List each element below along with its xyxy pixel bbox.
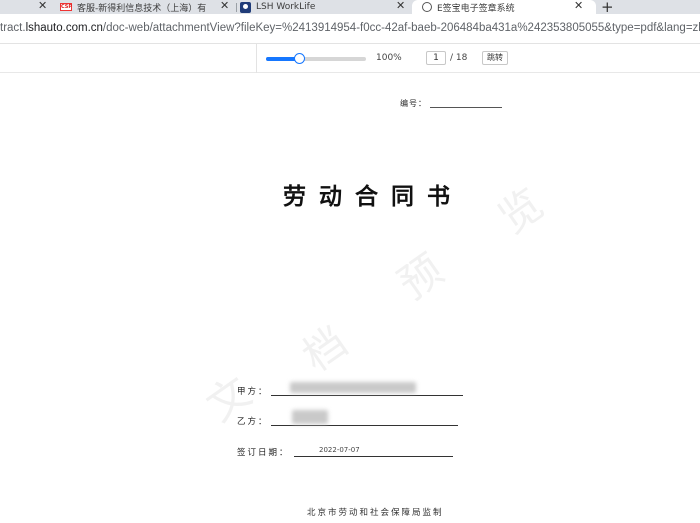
close-icon[interactable]: ✕: [38, 0, 47, 11]
zoom-level: 100%: [376, 53, 402, 63]
sign-date-label: 签订日期：: [237, 448, 290, 458]
tab-previous[interactable]: ✕: [0, 0, 52, 14]
tab-label: E签宝电子签章系统: [437, 3, 515, 14]
lsh-favicon-icon: [240, 1, 251, 13]
sign-date-value: 2022-07-07: [319, 446, 360, 454]
url-text[interactable]: tract.lshauto.com.cn/doc-web/attachmentV…: [0, 22, 700, 34]
tab-label: LSH WorkLife: [256, 2, 316, 12]
browser-tab-strip: ✕ CSP 客服-新得利信息技术（上海）有 ✕ LSH WorkLife ✕ E…: [0, 0, 700, 14]
page-number-input[interactable]: 1: [426, 51, 446, 65]
document-title: 劳动合同书: [283, 184, 463, 210]
party-a-line: [271, 395, 463, 396]
zoom-slider[interactable]: [266, 53, 366, 64]
tab-separator: [236, 3, 237, 12]
watermark-char: 档: [293, 316, 356, 382]
close-icon[interactable]: ✕: [396, 0, 405, 11]
party-b-line: [271, 425, 458, 426]
sign-date-line: [294, 456, 453, 457]
watermark-char: 预: [389, 244, 452, 310]
tab-esign-active[interactable]: E签宝电子签章系统 ✕: [412, 0, 596, 14]
toolbar-divider: [256, 44, 257, 73]
party-a-redacted: [290, 382, 416, 393]
pdf-page: 编号： 劳动合同书 甲方： 乙方： 签订日期： 2022-07-07 北京市劳动…: [0, 74, 700, 523]
close-icon[interactable]: ✕: [574, 0, 583, 11]
document-number-line: [430, 107, 502, 108]
tab-lsh-worklife[interactable]: LSH WorkLife ✕: [240, 0, 410, 14]
globe-icon: [422, 2, 432, 12]
watermark-char: 览: [489, 178, 552, 244]
pdf-toolbar: 100% 1 / 18 跳转: [0, 44, 700, 73]
zoom-slider-thumb[interactable]: [294, 53, 305, 64]
address-bar[interactable]: tract.lshauto.com.cn/doc-web/attachmentV…: [0, 14, 700, 44]
page-total: / 18: [450, 53, 468, 63]
new-tab-plus-icon[interactable]: +: [601, 0, 614, 14]
jump-button[interactable]: 跳转: [482, 51, 508, 65]
document-footer: 北京市劳动和社会保障局监制: [307, 508, 444, 518]
document-number-label: 编号：: [400, 99, 427, 108]
csp-favicon-icon: CSP: [60, 3, 73, 11]
party-b-redacted: [292, 410, 328, 424]
close-icon[interactable]: ✕: [220, 0, 229, 11]
tab-label: 客服-新得利信息技术（上海）有: [77, 3, 207, 14]
tab-csp-service[interactable]: CSP 客服-新得利信息技术（上海）有 ✕: [60, 0, 236, 14]
